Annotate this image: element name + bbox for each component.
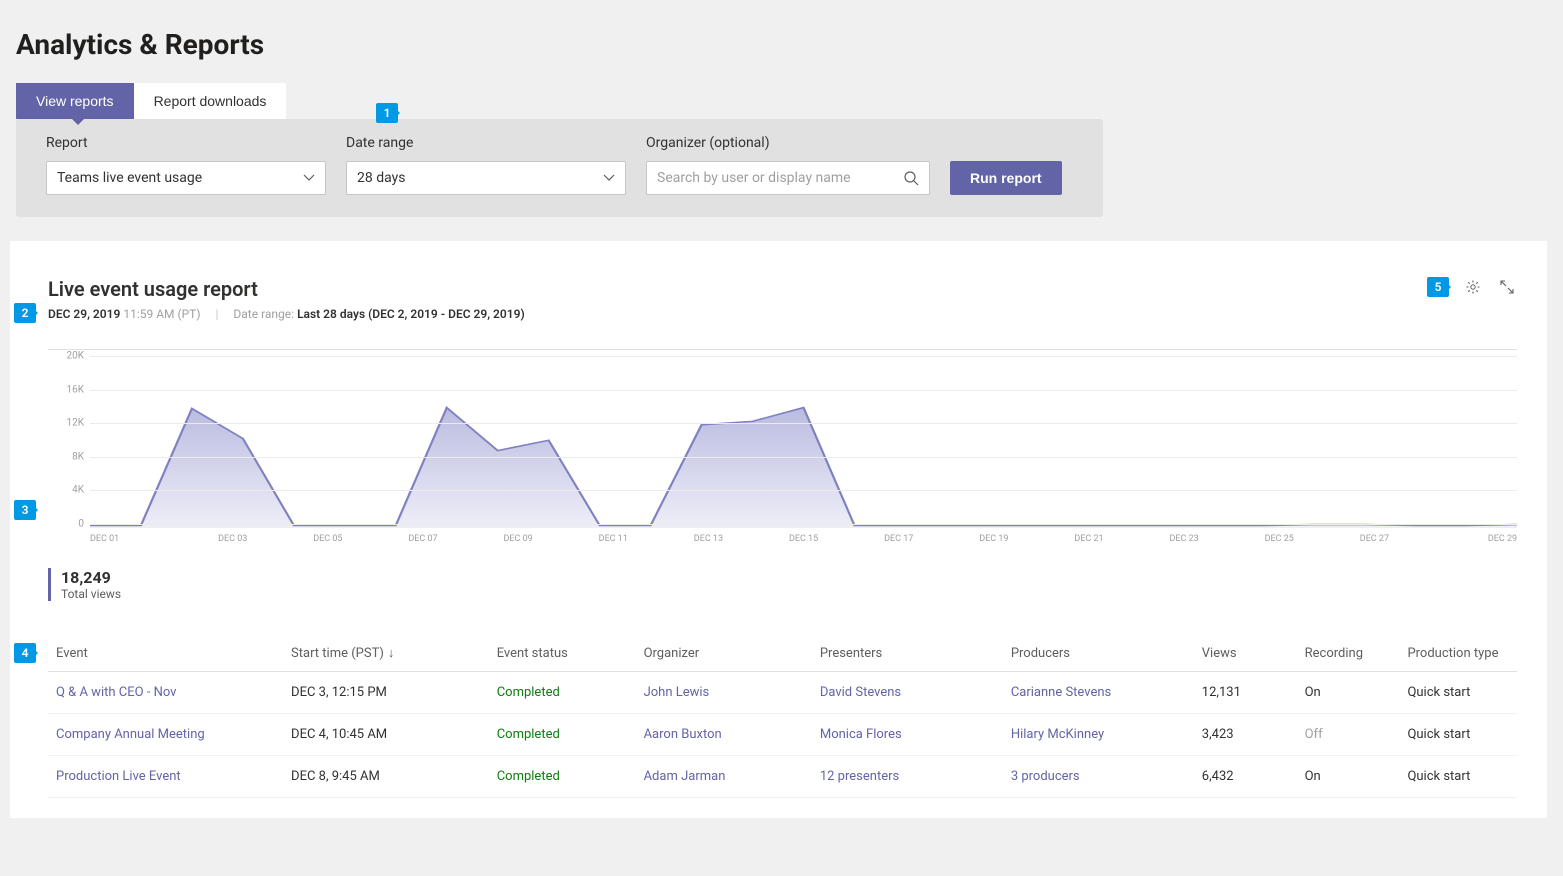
table-row[interactable]: Company Annual Meeting DEC 4, 10:45 AM C… <box>48 714 1517 756</box>
tab-view-reports[interactable]: View reports <box>16 83 134 119</box>
cell-status: Completed <box>489 672 636 714</box>
cell-event[interactable]: Company Annual Meeting <box>48 714 283 756</box>
total-views-value: 18,249 <box>61 568 1517 587</box>
filter-bar: Report Teams live event usage 1 Date ran… <box>16 119 1103 217</box>
chevron-down-icon <box>303 172 315 184</box>
cell-start: DEC 4, 10:45 AM <box>283 714 489 756</box>
report-panel: 2 Live event usage report DEC 29, 2019 1… <box>10 241 1547 818</box>
report-select[interactable]: Teams live event usage <box>46 161 326 195</box>
cell-views: 6,432 <box>1194 756 1297 798</box>
tab-bar: View reports Report downloads <box>16 83 1563 119</box>
report-subtitle: DEC 29, 2019 11:59 AM (PT) | Date range:… <box>48 307 525 321</box>
search-icon <box>903 170 919 186</box>
date-range-value: 28 days <box>357 170 405 186</box>
cell-recording: On <box>1297 756 1400 798</box>
col-organizer[interactable]: Organizer <box>636 635 812 672</box>
x-tick: DEC 11 <box>566 534 661 544</box>
expand-icon[interactable] <box>1497 277 1517 297</box>
y-tick: 4K <box>72 485 84 496</box>
total-views-label: Total views <box>61 587 1517 601</box>
x-tick: DEC 17 <box>851 534 946 544</box>
settings-icon[interactable] <box>1463 277 1483 297</box>
y-tick: 8K <box>72 451 84 462</box>
report-title: Live event usage report <box>48 277 525 301</box>
col-producers[interactable]: Producers <box>1003 635 1194 672</box>
cell-views: 12,131 <box>1194 672 1297 714</box>
x-tick: DEC 05 <box>280 534 375 544</box>
organizer-placeholder: Search by user or display name <box>657 170 851 186</box>
cell-producers[interactable]: 3 producers <box>1003 756 1194 798</box>
run-report-button[interactable]: Run report <box>950 161 1062 195</box>
cell-event[interactable]: Production Live Event <box>48 756 283 798</box>
col-event[interactable]: Event <box>48 635 283 672</box>
table-row[interactable]: Production Live Event DEC 8, 9:45 AM Com… <box>48 756 1517 798</box>
cell-start: DEC 3, 12:15 PM <box>283 672 489 714</box>
col-production-type[interactable]: Production type <box>1399 635 1517 672</box>
cell-producers[interactable]: Carianne Stevens <box>1003 672 1194 714</box>
cell-prod-type: Quick start <box>1399 672 1517 714</box>
cell-prod-type: Quick start <box>1399 756 1517 798</box>
x-tick: DEC 29 <box>1422 534 1517 544</box>
cell-presenters[interactable]: 12 presenters <box>812 756 1003 798</box>
cell-recording: Off <box>1297 714 1400 756</box>
callout-1: 1 <box>376 103 398 123</box>
events-table: Event Start time (PST)↓ Event status Org… <box>48 635 1517 798</box>
x-tick: DEC 09 <box>471 534 566 544</box>
cell-recording: On <box>1297 672 1400 714</box>
cell-start: DEC 8, 9:45 AM <box>283 756 489 798</box>
x-tick: DEC 25 <box>1232 534 1327 544</box>
x-tick: DEC 19 <box>946 534 1041 544</box>
report-select-value: Teams live event usage <box>57 170 202 186</box>
x-tick: DEC 13 <box>661 534 756 544</box>
cell-producers[interactable]: Hilary McKinney <box>1003 714 1194 756</box>
cell-organizer[interactable]: Adam Jarman <box>636 756 812 798</box>
tab-report-downloads[interactable]: Report downloads <box>134 83 287 119</box>
table-row[interactable]: Q & A with CEO - Nov DEC 3, 12:15 PM Com… <box>48 672 1517 714</box>
x-tick: DEC 15 <box>756 534 851 544</box>
x-tick: DEC 07 <box>375 534 470 544</box>
x-tick: DEC 03 <box>185 534 280 544</box>
cell-status: Completed <box>489 714 636 756</box>
cell-prod-type: Quick start <box>1399 714 1517 756</box>
x-tick: DEC 21 <box>1041 534 1136 544</box>
y-tick: 0 <box>78 519 84 530</box>
x-tick: DEC 27 <box>1327 534 1422 544</box>
date-range-label: Date range <box>346 135 626 151</box>
cell-presenters[interactable]: Monica Flores <box>812 714 1003 756</box>
y-tick: 16K <box>66 384 84 395</box>
callout-3: 3 <box>14 500 36 520</box>
col-event-status[interactable]: Event status <box>489 635 636 672</box>
cell-status: Completed <box>489 756 636 798</box>
col-recording[interactable]: Recording <box>1297 635 1400 672</box>
callout-5: 5 <box>1427 277 1449 297</box>
y-tick: 20K <box>66 351 84 362</box>
chevron-down-icon <box>603 172 615 184</box>
x-tick: DEC 01 <box>90 534 185 544</box>
date-range-select[interactable]: 28 days <box>346 161 626 195</box>
col-views[interactable]: Views <box>1194 635 1297 672</box>
cell-presenters[interactable]: David Stevens <box>812 672 1003 714</box>
callout-4: 4 <box>14 643 36 663</box>
page-title: Analytics & Reports <box>16 28 1563 61</box>
x-tick: DEC 23 <box>1137 534 1232 544</box>
cell-event[interactable]: Q & A with CEO - Nov <box>48 672 283 714</box>
organizer-search[interactable]: Search by user or display name <box>646 161 930 195</box>
cell-organizer[interactable]: Aaron Buxton <box>636 714 812 756</box>
organizer-label: Organizer (optional) <box>646 135 930 151</box>
cell-views: 3,423 <box>1194 714 1297 756</box>
col-start-time[interactable]: Start time (PST)↓ <box>283 635 489 672</box>
y-tick: 12K <box>66 418 84 429</box>
report-label: Report <box>46 135 326 151</box>
callout-2: 2 <box>14 303 36 323</box>
col-presenters[interactable]: Presenters <box>812 635 1003 672</box>
total-views: 18,249 Total views <box>48 568 1517 601</box>
chart: 3 20K16K12K8K4K0 DEC 01DEC 03DEC 05DEC 0… <box>48 349 1517 544</box>
cell-organizer[interactable]: John Lewis <box>636 672 812 714</box>
sort-down-icon: ↓ <box>388 646 395 661</box>
